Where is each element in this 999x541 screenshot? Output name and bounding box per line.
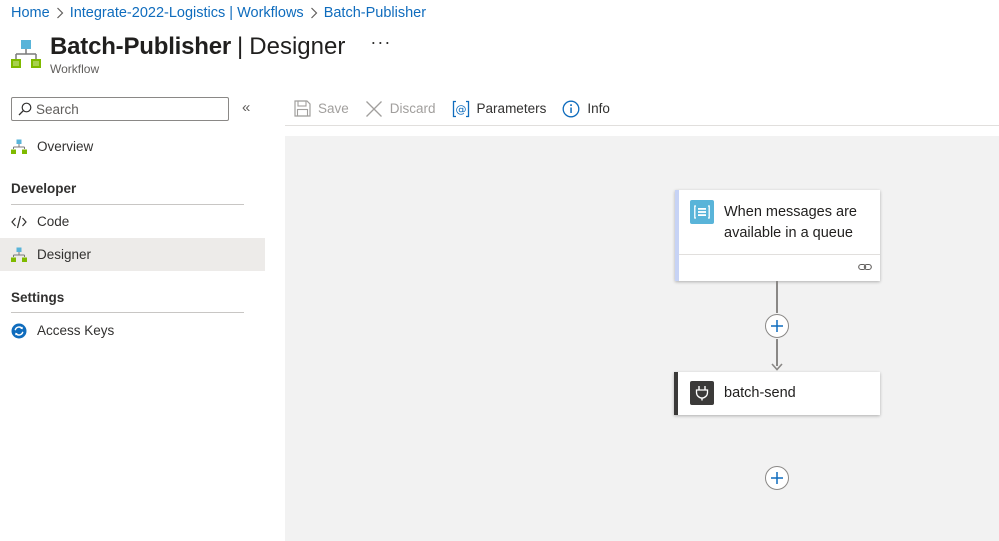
discard-label: Discard: [389, 101, 436, 116]
connector-line: [776, 281, 778, 313]
action-title: batch-send: [724, 385, 796, 401]
section-divider: [11, 312, 244, 313]
sidebar: « Overview Developer Code: [0, 92, 265, 541]
connector-line: [776, 339, 778, 366]
sidebar-item-access-keys[interactable]: Access Keys: [0, 314, 265, 347]
breadcrumb-workflows[interactable]: Integrate-2022-Logistics | Workflows: [70, 5, 304, 21]
parameters-icon: @: [452, 100, 470, 118]
parameters-button[interactable]: @ Parameters: [452, 100, 547, 118]
section-heading-developer: Developer: [11, 181, 77, 196]
workflow-icon: [11, 139, 27, 155]
svg-text:@: @: [455, 102, 466, 115]
discard-icon: [365, 100, 383, 118]
action-card[interactable]: batch-send: [674, 372, 880, 415]
title-block: Batch-Publisher | Designer ··· Workflow: [50, 32, 391, 76]
sidebar-item-label: Overview: [37, 139, 94, 154]
discard-button[interactable]: Discard: [365, 100, 436, 118]
sidebar-item-label: Code: [37, 214, 70, 229]
title-separator: |: [237, 33, 244, 60]
breadcrumb-separator: [304, 7, 324, 19]
section-heading-settings: Settings: [11, 290, 65, 305]
resource-type-label: Workflow: [50, 62, 100, 76]
info-label: Info: [587, 101, 610, 116]
plus-icon: [771, 472, 783, 484]
trigger-title: When messages are available in a queue: [724, 204, 857, 241]
save-icon: [293, 100, 311, 118]
queue-icon: [690, 200, 714, 224]
breadcrumb-separator: [50, 7, 70, 19]
plus-icon: [771, 320, 783, 332]
designer-icon: [11, 247, 27, 263]
sidebar-item-code[interactable]: Code: [0, 205, 265, 238]
designer-canvas[interactable]: When messages are available in a queue b…: [285, 136, 999, 541]
sidebar-item-designer[interactable]: Designer: [0, 238, 265, 271]
save-button[interactable]: Save: [293, 100, 349, 118]
breadcrumb: Home Integrate-2022-Logistics | Workflow…: [11, 4, 426, 22]
save-label: Save: [318, 101, 349, 116]
trigger-card[interactable]: When messages are available in a queue: [675, 190, 880, 281]
plug-icon: [690, 381, 714, 405]
code-icon: [11, 214, 27, 230]
parameters-label: Parameters: [476, 101, 547, 116]
breadcrumb-home[interactable]: Home: [11, 5, 50, 21]
page-header: Batch-Publisher | Designer ··· Workflow: [11, 32, 391, 79]
designer-toolbar: Save Discard @ Parameters Info: [285, 92, 999, 126]
add-step-button[interactable]: [765, 466, 789, 490]
collapse-sidebar-button[interactable]: «: [242, 99, 250, 116]
sidebar-item-label: Designer: [37, 247, 92, 262]
arrow-down-icon: [771, 363, 783, 371]
card-divider: [679, 254, 880, 255]
link-icon[interactable]: [858, 261, 872, 273]
search-input[interactable]: [36, 101, 216, 117]
info-icon: [562, 100, 580, 118]
breadcrumb-batch-publisher[interactable]: Batch-Publisher: [324, 5, 426, 21]
search-icon: [18, 102, 32, 116]
search-box[interactable]: [11, 97, 229, 121]
workflow-logo-icon: [11, 40, 41, 68]
insert-step-button[interactable]: [765, 314, 789, 338]
page-title: Batch-Publisher: [50, 33, 232, 60]
sidebar-item-overview[interactable]: Overview: [0, 130, 265, 163]
page-subtitle-designer: Designer: [249, 33, 346, 60]
info-button[interactable]: Info: [562, 100, 610, 118]
sidebar-item-label: Access Keys: [37, 323, 115, 338]
refresh-keys-icon: [11, 323, 27, 339]
more-options-button[interactable]: ···: [370, 32, 391, 53]
